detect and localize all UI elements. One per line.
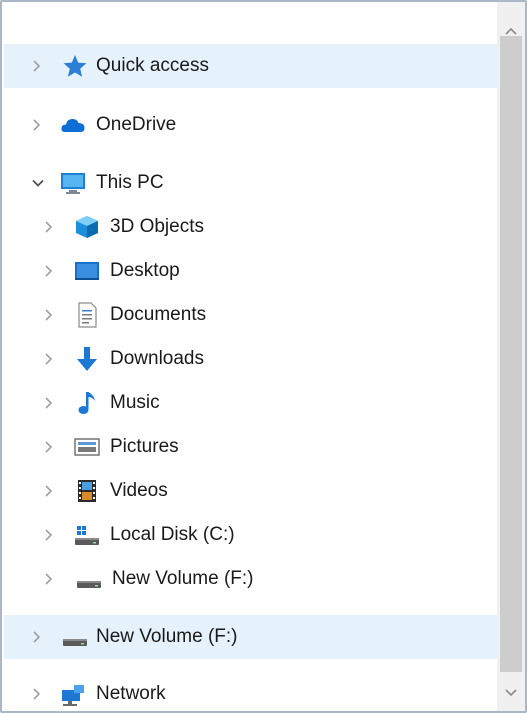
nav-item-label: Quick access bbox=[96, 55, 209, 76]
chevron-right-icon[interactable] bbox=[40, 439, 56, 455]
chevron-right-icon[interactable] bbox=[40, 527, 56, 543]
chevron-right-icon[interactable] bbox=[40, 219, 56, 235]
chevron-up-icon bbox=[505, 27, 517, 35]
scroll-down-button[interactable] bbox=[497, 678, 525, 708]
drive-icon bbox=[62, 624, 88, 650]
nav-item-onedrive[interactable]: OneDrive bbox=[4, 103, 499, 147]
nav-item-label: New Volume (F:) bbox=[96, 626, 238, 647]
vertical-scrollbar[interactable] bbox=[497, 2, 525, 711]
scrollbar-thumb[interactable] bbox=[500, 36, 522, 672]
navigation-pane: Quick access OneDrive This PC 3D Objects… bbox=[0, 0, 527, 713]
nav-item-music[interactable]: Music bbox=[4, 381, 499, 425]
film-icon bbox=[74, 478, 100, 504]
chevron-right-icon[interactable] bbox=[40, 263, 56, 279]
nav-item-local-disk-c[interactable]: Local Disk (C:) bbox=[4, 513, 499, 557]
nav-item-label: Network bbox=[96, 683, 166, 704]
document-icon bbox=[74, 302, 100, 328]
nav-item-label: Music bbox=[110, 392, 160, 413]
navigation-tree: Quick access OneDrive This PC 3D Objects… bbox=[4, 4, 499, 711]
nav-item-label: New Volume (F:) bbox=[112, 568, 254, 589]
nav-item-quick-access[interactable]: Quick access bbox=[4, 44, 499, 88]
download-arrow-icon bbox=[74, 346, 100, 372]
nav-item-new-volume-f-root[interactable]: New Volume (F:) bbox=[4, 615, 499, 659]
system-drive-icon bbox=[74, 522, 100, 548]
nav-item-downloads[interactable]: Downloads bbox=[4, 337, 499, 381]
nav-item-3d-objects[interactable]: 3D Objects bbox=[4, 205, 499, 249]
nav-item-label: Desktop bbox=[110, 260, 180, 281]
star-icon bbox=[62, 53, 88, 79]
nav-item-label: Local Disk (C:) bbox=[110, 524, 235, 545]
chevron-right-icon[interactable] bbox=[40, 307, 56, 323]
nav-item-videos[interactable]: Videos bbox=[4, 469, 499, 513]
nav-item-label: Documents bbox=[110, 304, 207, 325]
chevron-right-icon[interactable] bbox=[28, 58, 44, 74]
music-note-icon bbox=[74, 390, 100, 416]
nav-item-label: OneDrive bbox=[96, 114, 177, 135]
nav-item-label: Pictures bbox=[110, 436, 179, 457]
chevron-right-icon[interactable] bbox=[28, 686, 44, 702]
chevron-down-icon bbox=[505, 689, 517, 697]
cube-3d-icon bbox=[74, 214, 100, 240]
nav-item-pictures[interactable]: Pictures bbox=[4, 425, 499, 469]
nav-item-documents[interactable]: Documents bbox=[4, 293, 499, 337]
picture-icon bbox=[74, 434, 100, 460]
nav-item-this-pc[interactable]: This PC bbox=[4, 161, 499, 205]
desktop-icon bbox=[74, 258, 100, 284]
drive-icon bbox=[76, 566, 102, 592]
monitor-icon bbox=[60, 170, 86, 196]
chevron-down-icon[interactable] bbox=[30, 175, 46, 191]
nav-item-label: Downloads bbox=[110, 348, 204, 369]
network-icon bbox=[60, 681, 86, 707]
nav-item-label: This PC bbox=[96, 172, 164, 193]
chevron-right-icon[interactable] bbox=[40, 483, 56, 499]
chevron-right-icon[interactable] bbox=[28, 117, 44, 133]
nav-item-new-volume-f[interactable]: New Volume (F:) bbox=[4, 557, 499, 601]
chevron-right-icon[interactable] bbox=[40, 571, 56, 587]
chevron-right-icon[interactable] bbox=[40, 351, 56, 367]
nav-item-label: 3D Objects bbox=[110, 216, 204, 237]
chevron-right-icon[interactable] bbox=[28, 629, 44, 645]
nav-item-desktop[interactable]: Desktop bbox=[4, 249, 499, 293]
nav-item-network[interactable]: Network bbox=[4, 672, 499, 711]
nav-item-label: Videos bbox=[110, 480, 168, 501]
chevron-right-icon[interactable] bbox=[40, 395, 56, 411]
cloud-icon bbox=[60, 112, 86, 138]
